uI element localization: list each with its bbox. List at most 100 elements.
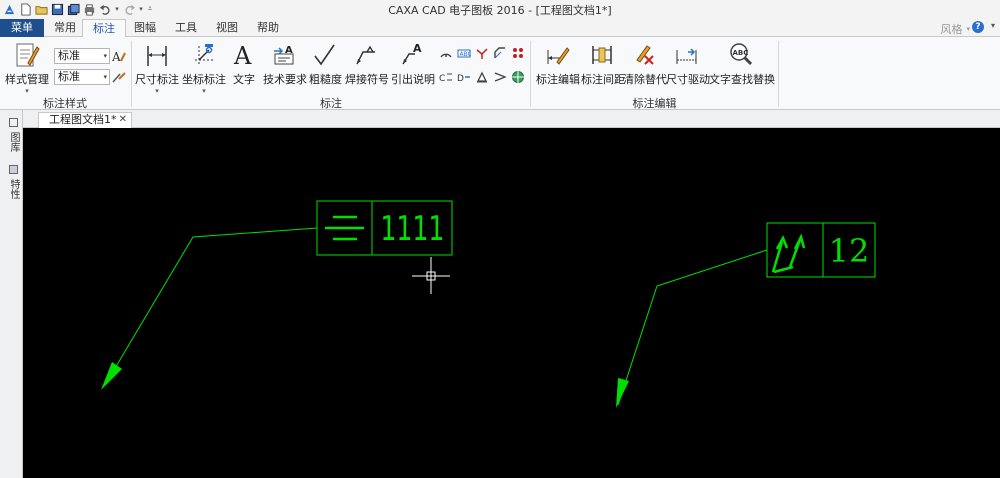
angle-icon[interactable]	[474, 45, 490, 61]
leader-line-1	[104, 227, 318, 386]
dim-edit-button[interactable]: 标注编辑	[536, 40, 580, 87]
dimension-button[interactable]: 尺寸标注 ▾	[135, 40, 179, 95]
arc-length-icon[interactable]	[438, 45, 454, 61]
text-a-icon: A	[233, 42, 252, 68]
dim-spacing-label: 标注间距	[581, 73, 625, 86]
svg-text:ABC: ABC	[733, 49, 749, 57]
close-icon[interactable]: ✕	[119, 113, 127, 127]
svg-text:C: C	[439, 74, 445, 84]
document-tab[interactable]: 工程图文档1* ✕	[38, 112, 132, 128]
dimension-icon	[147, 46, 167, 66]
tab-frame[interactable]: 图幅	[124, 19, 166, 37]
datum-icon[interactable]: ABC	[456, 45, 472, 61]
dim-edit-icon	[547, 47, 570, 65]
side-tab-library[interactable]: 图库	[5, 118, 19, 152]
dim-spacing-icon	[592, 46, 612, 64]
text-style-value: 标准	[58, 49, 80, 62]
clear-override-button[interactable]: 清除替代	[623, 40, 667, 87]
dim-drive-button[interactable]: 尺寸驱动	[666, 40, 710, 87]
text-style-combo[interactable]: 标准 ▾	[54, 48, 110, 64]
properties-icon	[8, 165, 18, 174]
dim-spacing-button[interactable]: 标注间距	[581, 40, 625, 87]
svg-text:A: A	[413, 42, 422, 55]
tech-req-icon: A	[274, 45, 294, 65]
style-manager-label: 样式管理	[5, 73, 49, 86]
drawing-canvas[interactable]: 1111 12	[23, 128, 1000, 478]
tech-req-button[interactable]: A 技术要求	[263, 40, 307, 87]
dim-style-icon[interactable]	[111, 69, 127, 85]
total-runout-symbol-icon	[771, 233, 806, 274]
tab-annotation[interactable]: 标注	[82, 19, 126, 38]
dimension-dropdown-icon: ▾	[155, 87, 159, 95]
window-title: CAXA CAD 电子图板 2016 - [工程图文档1*]	[388, 4, 612, 17]
drawing-svg[interactable]: 1111 12	[23, 128, 1000, 478]
coordinate-dropdown-icon: ▾	[202, 87, 206, 95]
dim-style-value: 标准	[58, 70, 80, 83]
auto-dimension-icon[interactable]: C	[438, 69, 454, 85]
leader-arrowhead-2	[616, 378, 629, 408]
chamfer-icon[interactable]	[492, 45, 508, 61]
dim-style-combo[interactable]: 标准 ▾	[54, 69, 110, 85]
tab-help[interactable]: 帮助	[247, 19, 289, 37]
svg-text:A: A	[112, 50, 121, 63]
text-button[interactable]: A 文字	[230, 40, 258, 87]
title-bar: ▾ ▾ ⩡ CAXA CAD 电子图板 2016 - [工程图文档1*]	[0, 0, 1000, 18]
leader-label: 引出说明	[391, 73, 435, 86]
ribbon-tab-row: 菜单 常用 标注 图幅 工具 视图 帮助 风格 ▾ ? ▾	[0, 18, 1000, 38]
weld-label: 焊接符号	[345, 73, 389, 86]
style-label: 风格	[940, 23, 963, 36]
roughness-label: 粗糙度	[309, 73, 342, 86]
help-icon[interactable]: ?	[972, 21, 984, 33]
group-label-style: 标注样式	[43, 97, 87, 110]
style-manager-icon	[16, 43, 40, 67]
ribbon: 样式管理 ▾ 标准 ▾ A 标准 ▾ 标注样式 尺寸标注 ▾ 坐标标注 ▾ A …	[0, 37, 1000, 110]
style-selector[interactable]: 风格 ▾	[940, 21, 970, 37]
position-icon[interactable]	[510, 69, 526, 85]
text-find-replace-button[interactable]: ABC 文字查找替换	[709, 40, 775, 87]
form-tolerance-icon[interactable]	[474, 69, 490, 85]
dim-drive-label: 尺寸驱动	[666, 73, 710, 86]
group-label-annotate: 标注	[320, 97, 342, 110]
coordinate-icon	[195, 44, 213, 64]
roughness-button[interactable]: 粗糙度	[309, 40, 342, 87]
taper-icon[interactable]	[492, 69, 508, 85]
svg-text:A: A	[233, 42, 252, 68]
tolerance-value-1: 1111	[380, 209, 444, 249]
svg-text:A: A	[285, 45, 293, 56]
group-separator	[778, 41, 779, 107]
tab-tools[interactable]: 工具	[165, 19, 207, 37]
side-panel: 图库 特性	[0, 110, 23, 478]
side-tab-library-label: 图库	[8, 132, 19, 153]
crosshair-cursor-icon	[412, 257, 450, 294]
tolerance-value-2: 12	[829, 232, 870, 270]
document-tab-label: 工程图文档1*	[49, 113, 117, 126]
tech-req-label: 技术要求	[263, 73, 307, 86]
help-dropdown-icon[interactable]: ▾	[991, 21, 995, 30]
svg-text:ABC: ABC	[460, 51, 472, 58]
dim-edit-label: 标注编辑	[536, 73, 580, 86]
text-label: 文字	[233, 73, 255, 86]
coordinate-button[interactable]: 坐标标注 ▾	[182, 40, 226, 95]
leader-arrowhead-1	[101, 362, 122, 390]
leader-button[interactable]: A 引出说明	[391, 40, 435, 87]
style-dropdown-icon: ▾	[966, 25, 970, 33]
flatness-symbol-icon	[325, 215, 364, 241]
side-tab-properties[interactable]: 特性	[5, 165, 19, 199]
combo-dropdown-icon: ▾	[103, 73, 107, 81]
tab-common[interactable]: 常用	[44, 19, 86, 37]
dim-drive-icon	[676, 48, 697, 64]
weld-button[interactable]: 焊接符号	[345, 40, 389, 87]
weld-icon	[356, 45, 375, 65]
center-mark-icon[interactable]	[510, 45, 526, 61]
svg-text:D: D	[457, 74, 464, 84]
side-tab-properties-label: 特性	[8, 179, 19, 200]
group-label-edit: 标注编辑	[632, 97, 677, 110]
tab-menu[interactable]: 菜单	[0, 19, 44, 37]
style-manager-button[interactable]: 样式管理 ▾	[4, 40, 50, 95]
tab-view[interactable]: 视图	[206, 19, 248, 37]
text-style-icon[interactable]: A	[111, 48, 127, 64]
library-icon	[8, 118, 18, 127]
document-tab-bar: 工程图文档1* ✕	[0, 110, 1000, 128]
style-manager-dropdown-icon: ▾	[25, 87, 29, 95]
ordinate-icon[interactable]: D	[456, 69, 472, 85]
